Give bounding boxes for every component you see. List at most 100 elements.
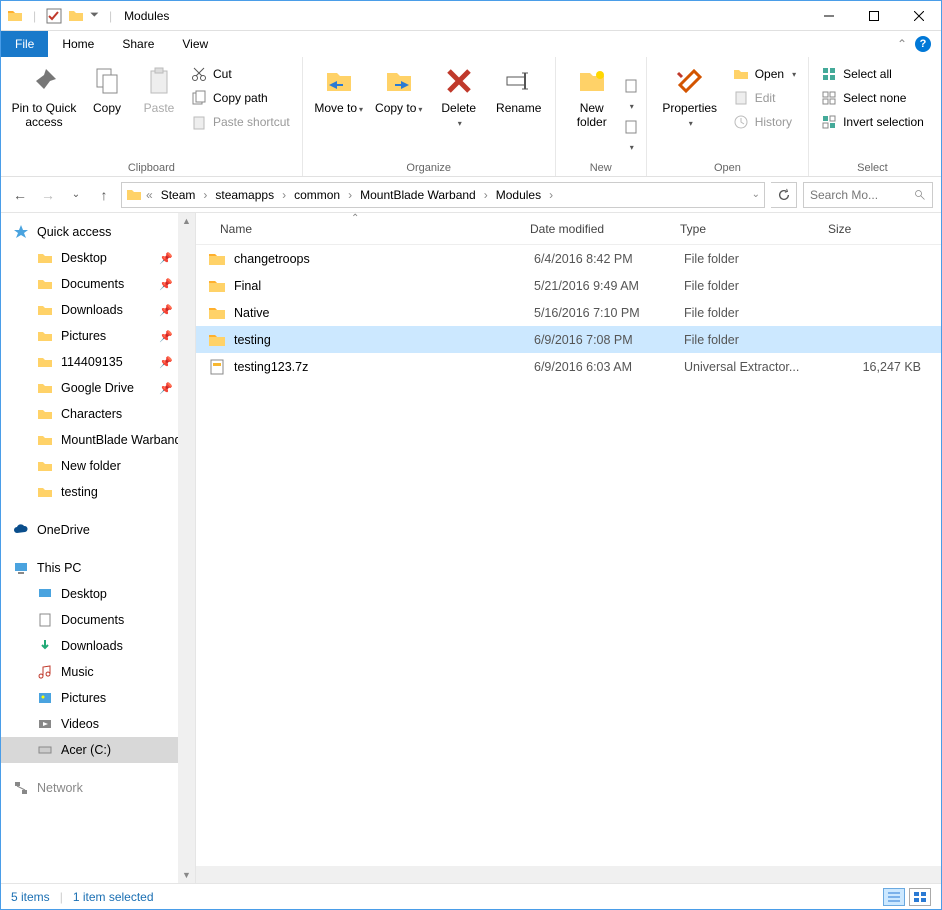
sidebar-quick-access[interactable]: Quick access xyxy=(1,219,195,245)
maximize-button[interactable] xyxy=(851,1,896,31)
label: Network xyxy=(37,781,83,795)
folder-icon xyxy=(37,406,53,422)
select-all-button[interactable]: Select all xyxy=(817,63,928,85)
delete-button[interactable]: Delete▾ xyxy=(431,61,487,160)
label: Copy to▾ xyxy=(375,101,422,115)
rename-button[interactable]: Rename xyxy=(491,61,547,160)
move-to-button[interactable]: Move to▾ xyxy=(311,61,367,160)
recent-dropdown[interactable]: ⌄ xyxy=(65,184,87,206)
edit-button[interactable]: Edit xyxy=(729,87,800,109)
breadcrumb[interactable]: « Steam› steamapps› common› MountBlade W… xyxy=(121,182,765,208)
sidebar-item[interactable]: Acer (C:) xyxy=(1,737,195,763)
sidebar-item[interactable]: MountBlade Warband xyxy=(1,427,195,453)
paste-button[interactable]: Paste xyxy=(135,61,183,160)
file-row[interactable]: Final5/21/2016 9:49 AMFile folder xyxy=(196,272,941,299)
pin-icon: 📌 xyxy=(159,304,173,317)
collapse-ribbon-icon[interactable]: ⌃ xyxy=(897,37,907,51)
file-row[interactable]: testing123.7z6/9/2016 6:03 AMUniversal E… xyxy=(196,353,941,380)
horizontal-scrollbar[interactable] xyxy=(196,866,941,883)
minimize-button[interactable] xyxy=(806,1,851,31)
pin-quick-access-button[interactable]: Pin to Quick access xyxy=(9,61,79,160)
chevron-icon[interactable]: « xyxy=(144,188,155,202)
sidebar-item[interactable]: Google Drive📌 xyxy=(1,375,195,401)
sidebar-item[interactable]: testing xyxy=(1,479,195,505)
up-button[interactable]: ↑ xyxy=(93,184,115,206)
cut-button[interactable]: Cut xyxy=(187,63,294,85)
file-row[interactable]: changetroops6/4/2016 8:42 PMFile folder xyxy=(196,245,941,272)
new-folder-icon xyxy=(576,65,608,97)
checkbox-icon[interactable] xyxy=(46,8,62,24)
close-button[interactable] xyxy=(896,1,941,31)
sidebar-item[interactable]: Videos xyxy=(1,711,195,737)
details-view-button[interactable] xyxy=(883,888,905,906)
address-dropdown[interactable]: ⌄ xyxy=(752,189,760,200)
chevron-icon[interactable]: › xyxy=(482,188,490,202)
item-icon xyxy=(37,586,53,602)
open-button[interactable]: Open▾ xyxy=(729,63,800,85)
chevron-icon[interactable]: › xyxy=(201,188,209,202)
paste-shortcut-button[interactable]: Paste shortcut xyxy=(187,111,294,133)
sidebar-item[interactable]: Documents xyxy=(1,607,195,633)
forward-button[interactable]: → xyxy=(37,184,59,206)
sidebar-network[interactable]: Network xyxy=(1,775,195,801)
navigation-pane: Quick access Desktop📌Documents📌Downloads… xyxy=(1,213,196,883)
sidebar-item[interactable]: Music xyxy=(1,659,195,685)
column-size[interactable]: Size xyxy=(818,222,941,236)
chevron-icon[interactable]: › xyxy=(346,188,354,202)
pin-icon: 📌 xyxy=(159,278,173,291)
label: 114409135 xyxy=(61,355,123,369)
tab-file[interactable]: File xyxy=(1,31,48,57)
file-date: 5/21/2016 9:49 AM xyxy=(534,279,684,293)
crumb[interactable]: Steam xyxy=(157,188,200,202)
refresh-button[interactable] xyxy=(771,182,797,208)
thumbnails-view-button[interactable] xyxy=(909,888,931,906)
file-row[interactable]: Native5/16/2016 7:10 PMFile folder xyxy=(196,299,941,326)
rename-icon xyxy=(503,65,535,97)
chevron-icon[interactable]: › xyxy=(280,188,288,202)
group-label: Organize xyxy=(311,160,547,174)
sidebar-item[interactable]: Pictures xyxy=(1,685,195,711)
help-icon[interactable]: ? xyxy=(915,36,931,52)
chevron-icon[interactable]: › xyxy=(547,188,555,202)
new-folder-button[interactable]: New folder xyxy=(564,61,620,160)
crumb[interactable]: Modules xyxy=(492,188,545,202)
new-item-dropdown[interactable]: ▾ ▾ xyxy=(624,61,638,160)
sidebar-item[interactable]: Downloads📌 xyxy=(1,297,195,323)
status-bar: 5 items | 1 item selected xyxy=(1,883,941,909)
sidebar-item[interactable]: Desktop📌 xyxy=(1,245,195,271)
select-none-button[interactable]: Select none xyxy=(817,87,928,109)
crumb[interactable]: common xyxy=(290,188,344,202)
sidebar-item[interactable]: 114409135📌 xyxy=(1,349,195,375)
tab-view[interactable]: View xyxy=(168,31,222,57)
tab-home[interactable]: Home xyxy=(48,31,108,57)
sidebar-item[interactable]: Characters xyxy=(1,401,195,427)
crumb[interactable]: MountBlade Warband xyxy=(356,188,480,202)
file-row[interactable]: testing6/9/2016 7:08 PMFile folder xyxy=(196,326,941,353)
sidebar-item[interactable]: Documents📌 xyxy=(1,271,195,297)
search-input[interactable]: Search Mo... xyxy=(803,182,933,208)
qat-dropdown[interactable]: ⏷ xyxy=(90,9,99,22)
sidebar-this-pc[interactable]: This PC xyxy=(1,555,195,581)
copy-path-button[interactable]: Copy path xyxy=(187,87,294,109)
scrollbar[interactable]: ▲▼ xyxy=(178,213,195,883)
sidebar-item[interactable]: Desktop xyxy=(1,581,195,607)
item-icon xyxy=(37,742,53,758)
invert-selection-button[interactable]: Invert selection xyxy=(817,111,928,133)
sidebar-item[interactable]: New folder xyxy=(1,453,195,479)
copy-button[interactable]: Copy xyxy=(83,61,131,160)
tab-share[interactable]: Share xyxy=(108,31,168,57)
column-type[interactable]: Type xyxy=(670,222,818,236)
sidebar-item[interactable]: Downloads xyxy=(1,633,195,659)
sidebar-item[interactable]: Pictures📌 xyxy=(1,323,195,349)
folder-icon xyxy=(208,277,226,295)
column-date[interactable]: Date modified xyxy=(520,222,670,236)
crumb[interactable]: steamapps xyxy=(211,188,278,202)
history-button[interactable]: History xyxy=(729,111,800,133)
separator: | xyxy=(109,9,112,23)
properties-button[interactable]: Properties▾ xyxy=(655,61,725,160)
folder-icon xyxy=(7,8,23,24)
sidebar-onedrive[interactable]: OneDrive xyxy=(1,517,195,543)
back-button[interactable]: ← xyxy=(9,184,31,206)
label: Pictures xyxy=(61,691,106,705)
copy-to-button[interactable]: Copy to▾ xyxy=(371,61,427,160)
